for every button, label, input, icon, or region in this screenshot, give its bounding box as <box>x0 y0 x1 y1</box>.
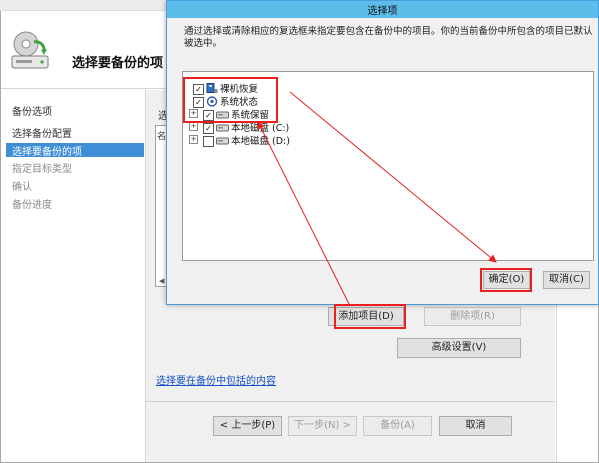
arrow-to-tree <box>257 121 351 307</box>
annotation-arrows <box>257 91 497 307</box>
arrow-to-ok-button <box>289 91 497 263</box>
